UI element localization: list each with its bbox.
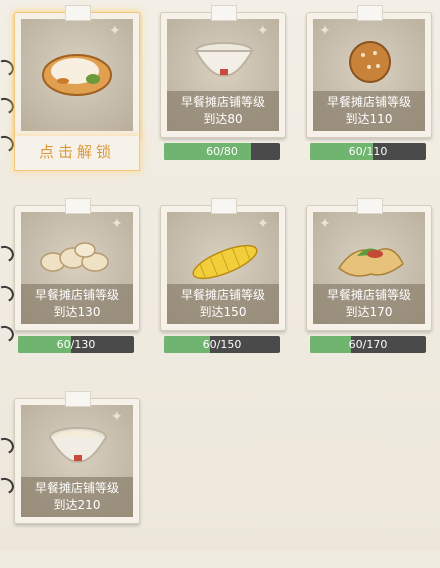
soup-bowl-icon bbox=[49, 427, 107, 463]
requirement-level: 到达80 bbox=[203, 112, 243, 126]
requirement-level: 到达210 bbox=[53, 498, 101, 512]
requirement-line: 早餐摊店铺等级 bbox=[326, 288, 411, 302]
click-to-unlock-button[interactable]: 点击解锁 bbox=[14, 136, 140, 171]
requirement-line: 早餐摊店铺等级 bbox=[326, 95, 411, 109]
unlock-requirement: 早餐摊店铺等级 到达130 bbox=[21, 284, 133, 324]
unlock-requirement: 早餐摊店铺等级 到达110 bbox=[313, 91, 425, 131]
level-progress-bar: 60/110 bbox=[310, 143, 426, 160]
sparkle-icon: ✦ bbox=[109, 23, 121, 39]
steamed-buns-icon bbox=[40, 242, 109, 272]
progress-text: 60/80 bbox=[206, 145, 238, 158]
requirement-level: 到达170 bbox=[345, 305, 393, 319]
recipe-card-locked[interactable]: ✦ 早餐摊店铺等级 到达110 60/110 bbox=[306, 5, 432, 182]
unlock-requirement: 早餐摊店铺等级 到达80 bbox=[167, 91, 279, 131]
soymilk-bowl-icon bbox=[194, 42, 254, 77]
progress-text: 60/170 bbox=[348, 338, 388, 351]
requirement-level: 到达150 bbox=[199, 305, 247, 319]
progress-text: 60/150 bbox=[202, 338, 242, 351]
card-frame: ✦ 早餐摊店铺等级 到达150 bbox=[160, 198, 286, 331]
card-frame: ✦ 早餐摊店铺等级 到达170 bbox=[306, 198, 432, 331]
tape bbox=[211, 5, 237, 21]
level-progress-bar: 60/150 bbox=[164, 336, 280, 353]
recipe-card-unlockable[interactable]: ✦ 点击解锁 bbox=[14, 5, 140, 182]
level-progress-bar: 60/170 bbox=[310, 336, 426, 353]
sparkle-icon: ✦ bbox=[319, 216, 331, 232]
requirement-line: 早餐摊店铺等级 bbox=[180, 95, 265, 109]
sparkle-icon: ✦ bbox=[257, 216, 269, 232]
card-frame: ✦ 早餐摊店铺等级 到达130 bbox=[14, 198, 140, 331]
sesame-ball-icon bbox=[349, 41, 391, 83]
recipe-card-locked[interactable]: ✦ 早餐摊店铺等级 到达150 60/150 bbox=[160, 198, 286, 375]
unlock-requirement: 早餐摊店铺等级 到达170 bbox=[313, 284, 425, 324]
sparkle-icon: ✦ bbox=[319, 23, 331, 39]
card-frame: ✦ 早餐摊店铺等级 到达210 bbox=[14, 391, 140, 524]
recipe-unlock-page: ✦ 点击解锁 ✦ 早餐摊店铺等级 到达80 60/80 ✦ 早餐摊店铺等级 到达… bbox=[0, 0, 440, 551]
requirement-line: 早餐摊店铺等级 bbox=[180, 288, 265, 302]
progress-text: 60/130 bbox=[56, 338, 96, 351]
requirement-line: 早餐摊店铺等级 bbox=[34, 481, 119, 495]
recipe-card-locked[interactable]: ✦ 早餐摊店铺等级 到达130 60/130 bbox=[14, 198, 140, 375]
tape bbox=[65, 198, 91, 214]
recipe-card-locked[interactable]: ✦ 早餐摊店铺等级 到达170 60/170 bbox=[306, 198, 432, 375]
sparkle-icon: ✦ bbox=[257, 23, 269, 39]
progress-text: 60/110 bbox=[348, 145, 388, 158]
card-frame: ✦ 早餐摊店铺等级 到达80 bbox=[160, 5, 286, 138]
card-photo: ✦ bbox=[21, 19, 133, 131]
wrap-roll-icon bbox=[338, 248, 404, 277]
tape bbox=[357, 5, 383, 21]
sparkle-icon: ✦ bbox=[111, 216, 123, 232]
card-frame: ✦ bbox=[14, 5, 140, 138]
level-progress-bar: 60/80 bbox=[164, 143, 280, 160]
card-frame: ✦ 早餐摊店铺等级 到达110 bbox=[306, 5, 432, 138]
corn-cob-icon bbox=[192, 244, 258, 280]
level-progress-bar: 60/130 bbox=[18, 336, 134, 353]
tape bbox=[357, 198, 383, 214]
tape bbox=[211, 198, 237, 214]
requirement-level: 到达130 bbox=[53, 305, 101, 319]
dumpling-food-icon bbox=[42, 54, 112, 96]
requirement-line: 早餐摊店铺等级 bbox=[34, 288, 119, 302]
unlock-requirement: 早餐摊店铺等级 到达150 bbox=[167, 284, 279, 324]
recipe-card-locked[interactable]: ✦ 早餐摊店铺等级 到达210 bbox=[14, 391, 140, 568]
recipe-card-locked[interactable]: ✦ 早餐摊店铺等级 到达80 60/80 bbox=[160, 5, 286, 182]
sparkle-icon: ✦ bbox=[111, 409, 123, 425]
tape bbox=[65, 5, 91, 21]
requirement-level: 到达110 bbox=[345, 112, 393, 126]
unlock-requirement: 早餐摊店铺等级 到达210 bbox=[21, 477, 133, 517]
tape bbox=[65, 391, 91, 407]
